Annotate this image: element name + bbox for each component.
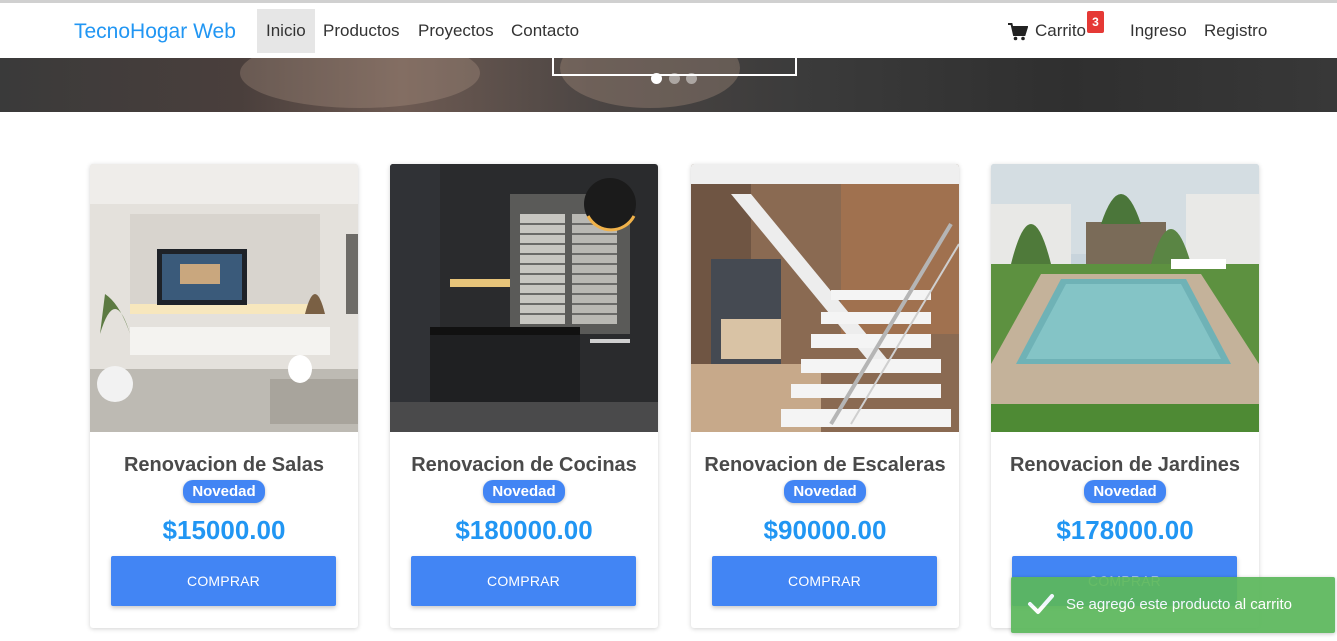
product-image-escaleras (691, 164, 959, 432)
buy-button-salas[interactable]: COMPRAR (111, 556, 336, 606)
carousel-indicator-1[interactable] (651, 73, 662, 84)
product-image-salas (90, 164, 358, 432)
product-title-jardines: Renovacion de Jardines Novedad (1001, 452, 1249, 506)
buy-button-escaleras[interactable]: COMPRAR (712, 556, 937, 606)
cart-count-badge: 3 (1087, 11, 1104, 33)
product-card-cocinas: Renovacion de Cocinas Novedad $180000.00… (390, 164, 658, 628)
product-title-salas: Renovacion de Salas Novedad (100, 452, 348, 506)
nav-productos[interactable]: Productos (314, 9, 409, 53)
nav-registro[interactable]: Registro (1195, 9, 1276, 53)
product-card-escaleras: Renovacion de Escaleras Novedad $90000.0… (691, 164, 959, 628)
nav-inicio[interactable]: Inicio (257, 9, 315, 53)
product-title-text: Renovacion de Jardines (1009, 454, 1241, 476)
product-title-cocinas: Renovacion de Cocinas Novedad (400, 452, 648, 506)
product-price-salas: $15000.00 (162, 515, 286, 545)
buy-button-cocinas[interactable]: COMPRAR (411, 556, 636, 606)
product-image-jardines (991, 164, 1259, 432)
checkmark-icon (1028, 594, 1054, 614)
novedad-badge: Novedad (1084, 480, 1166, 503)
product-card-salas: Renovacion de Salas Novedad $15000.00 CO… (90, 164, 358, 628)
nav-contacto[interactable]: Contacto (502, 9, 588, 53)
novedad-badge: Novedad (483, 480, 565, 503)
product-title-escaleras: Renovacion de Escaleras Novedad (701, 452, 949, 506)
novedad-badge: Novedad (183, 480, 265, 503)
nav-proyectos[interactable]: Proyectos (409, 9, 503, 53)
added-to-cart-toast[interactable]: Se agregó este producto al carrito (1011, 577, 1335, 633)
navbar: TecnoHogar Web Inicio Productos Proyecto… (0, 3, 1337, 58)
toast-message: Se agregó este producto al carrito (1066, 596, 1292, 613)
product-title-text: Renovacion de Salas (123, 454, 325, 476)
product-title-text: Renovacion de Cocinas (411, 454, 637, 476)
product-price-jardines: $178000.00 (1056, 515, 1194, 545)
carousel-indicator-2[interactable] (669, 73, 680, 84)
carousel-indicator-3[interactable] (686, 73, 697, 84)
nav-ingreso[interactable]: Ingreso (1121, 9, 1196, 53)
hero-carousel (0, 58, 1337, 112)
novedad-badge: Novedad (784, 480, 866, 503)
cart-link[interactable]: Carrito (1008, 9, 1088, 53)
cart-label: Carrito (1035, 21, 1087, 40)
product-title-text: Renovacion de Escaleras (704, 454, 946, 476)
product-card-jardines: Renovacion de Jardines Novedad $178000.0… (991, 164, 1259, 628)
cart-icon (1008, 23, 1028, 41)
product-image-cocinas (390, 164, 658, 432)
hero-image-detail (240, 58, 480, 108)
product-price-cocinas: $180000.00 (455, 515, 593, 545)
product-price-escaleras: $90000.00 (763, 515, 887, 545)
brand-link[interactable]: TecnoHogar Web (74, 20, 236, 44)
